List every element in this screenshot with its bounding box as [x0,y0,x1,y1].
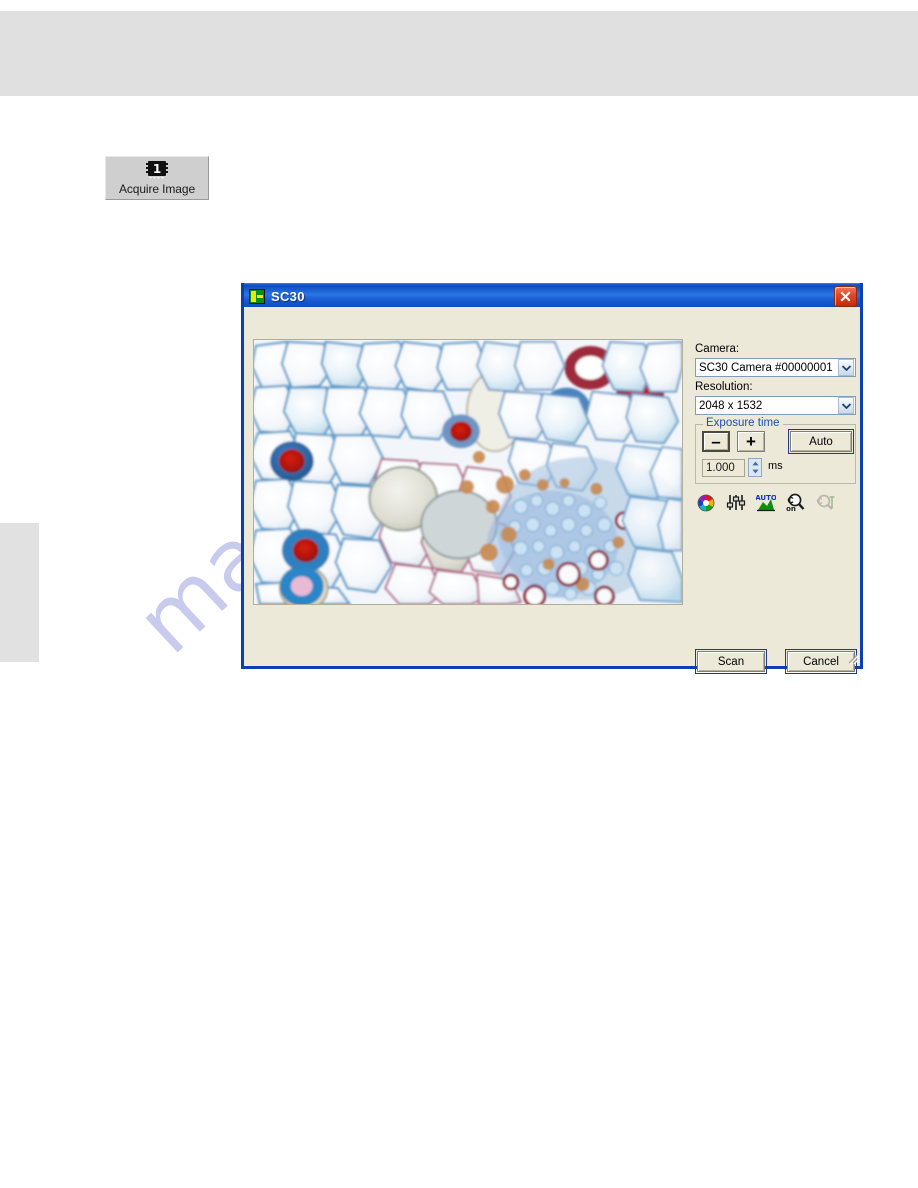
exposure-time-group-label: Exposure time [703,417,783,429]
exposure-decrease-label: – [711,432,721,451]
resolution-select-value: 2048 x 1532 [699,399,763,412]
chevron-down-icon[interactable] [838,397,854,414]
color-balance-icon[interactable] [696,493,716,512]
preview-micrograph [254,340,682,604]
resolution-label: Resolution: [695,381,753,393]
exposure-increase-button[interactable]: + [737,431,765,452]
resolution-select[interactable]: 2048 x 1532 [695,396,856,415]
exposure-decrease-button[interactable]: – [702,431,730,452]
sc30-app-icon [249,288,265,304]
scan-button-label: Scan [717,655,745,668]
exposure-time-unit: ms [768,460,783,472]
tool-icon-row: AUTO on [696,493,836,513]
dialog-body: Camera: SC30 Camera #00000001 Resolution… [244,307,860,674]
measure-disabled-icon [816,493,836,512]
camera-preview[interactable] [253,339,683,605]
close-icon[interactable] [834,286,857,307]
svg-text:on: on [786,505,796,512]
live-focus-on-icon[interactable]: on [786,493,806,513]
acquire-image-button[interactable]: 1 Acquire Image [105,156,209,200]
dialog-title: SC30 [271,288,305,304]
exposure-auto-button[interactable]: Auto [788,429,854,454]
scan-button[interactable]: Scan [695,649,767,674]
spinner-down-icon[interactable] [749,468,761,477]
exposure-auto-label: Auto [809,435,833,448]
dialog-titlebar[interactable]: SC30 [244,283,860,308]
svg-text:1: 1 [153,162,161,176]
chevron-down-icon[interactable] [838,359,854,376]
camera-select[interactable]: SC30 Camera #00000001 [695,358,856,377]
exposure-time-input[interactable]: 1.000 [702,459,745,477]
spinner-up-down-icon[interactable] [748,458,762,477]
cancel-button-label: Cancel [803,655,839,668]
resize-grip-icon[interactable] [845,651,859,665]
acquire-image-label: Acquire Image [118,182,196,196]
sc30-dialog: SC30 Camera: SC30 Camera #00000001 Resol… [241,283,863,674]
auto-histogram-icon[interactable]: AUTO [755,493,777,512]
adjust-sliders-icon[interactable] [726,493,746,512]
camera-chip-icon: 1 [145,160,169,180]
page-header-band [0,11,918,96]
camera-select-value: SC30 Camera #00000001 [699,361,833,374]
side-tab-block [0,523,39,662]
exposure-increase-label: + [746,432,756,451]
camera-label: Camera: [695,343,740,355]
svg-text:AUTO: AUTO [756,494,776,502]
spinner-up-icon[interactable] [749,459,761,468]
exposure-time-value: 1.000 [706,462,735,474]
